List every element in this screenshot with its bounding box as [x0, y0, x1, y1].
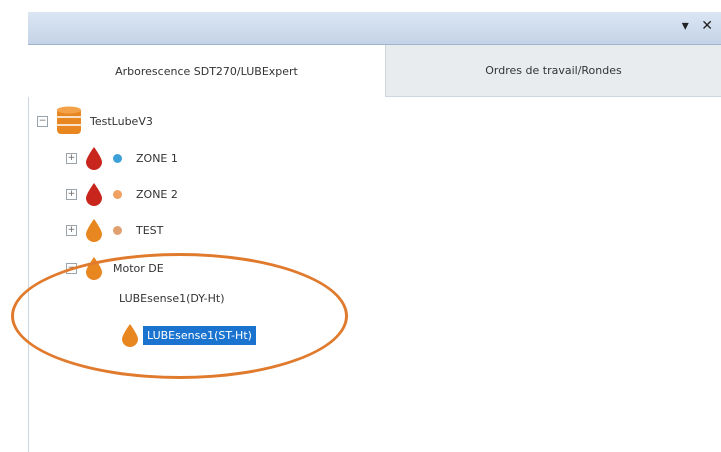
lubricant-drop-icon — [86, 219, 102, 242]
tree-node-label: TEST — [136, 223, 164, 237]
tree-node-label: ZONE 2 — [136, 187, 178, 201]
lubricant-drop-icon — [86, 183, 102, 206]
database-icon — [57, 106, 81, 134]
panel-title-bar: ▾ ✕ — [28, 12, 721, 45]
status-dot-icon — [113, 189, 122, 199]
tab-ordres-de-travail[interactable]: Ordres de travail/Rondes — [386, 45, 721, 97]
status-dot-icon — [113, 225, 122, 235]
window-controls[interactable]: ▾ ✕ — [682, 18, 717, 34]
collapse-icon[interactable]: − — [37, 115, 48, 127]
status-dot-icon — [113, 153, 122, 163]
tree-node-label: TestLubeV3 — [90, 114, 153, 128]
lubricant-drop-icon — [86, 147, 102, 170]
expand-icon[interactable]: + — [66, 224, 77, 236]
tree-node-zone-2[interactable]: + ZONE 2 — [66, 182, 178, 206]
expand-icon[interactable]: + — [66, 152, 77, 164]
tab-arborescence[interactable]: Arborescence SDT270/LUBExpert — [28, 45, 386, 97]
tree-node-zone-1[interactable]: + ZONE 1 — [66, 146, 178, 170]
tree-node-testlubev3[interactable]: − TestLubeV3 — [37, 106, 153, 134]
annotation-ellipse — [11, 253, 348, 379]
tree-node-test[interactable]: + TEST — [66, 218, 163, 242]
tab-bar: Arborescence SDT270/LUBExpert Ordres de … — [28, 45, 721, 97]
expand-icon[interactable]: + — [66, 188, 77, 200]
tree-node-label: ZONE 1 — [136, 151, 178, 165]
